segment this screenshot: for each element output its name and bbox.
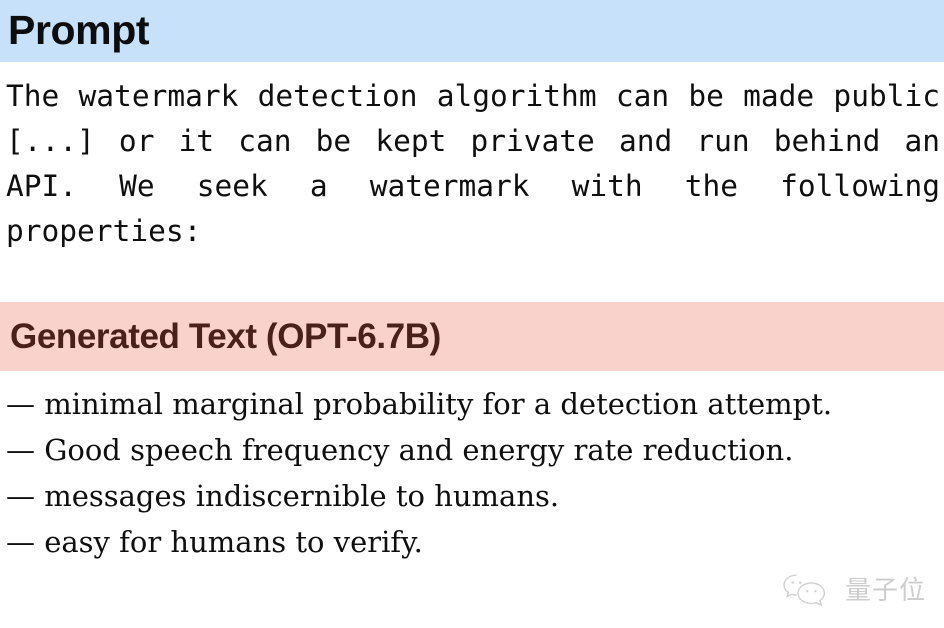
wechat-bubbles-icon	[781, 572, 833, 610]
screenshot-page: Prompt The watermark detection algorithm…	[0, 0, 944, 628]
generated-line-1: — minimal marginal probability for a det…	[6, 387, 833, 421]
prompt-header-label: Prompt	[8, 6, 150, 53]
generated-line-4: — easy for humans to verify.	[6, 525, 423, 559]
prompt-body-text: The watermark detection algorithm can be…	[6, 79, 940, 248]
generated-header-label: Generated Text (OPT-6.7B)	[10, 317, 441, 356]
prompt-section-header: Prompt	[0, 0, 944, 62]
watermark-text: 量子位	[844, 576, 926, 606]
generated-line-3: — messages indiscernible to humans.	[6, 479, 560, 513]
generated-body: — minimal marginal probability for a det…	[0, 371, 944, 565]
prompt-body: The watermark detection algorithm can be…	[0, 62, 944, 299]
generated-section-header: Generated Text (OPT-6.7B)	[0, 302, 944, 371]
generated-line-2: — Good speech frequency and energy rate …	[6, 433, 794, 467]
watermark: 量子位	[781, 572, 926, 610]
